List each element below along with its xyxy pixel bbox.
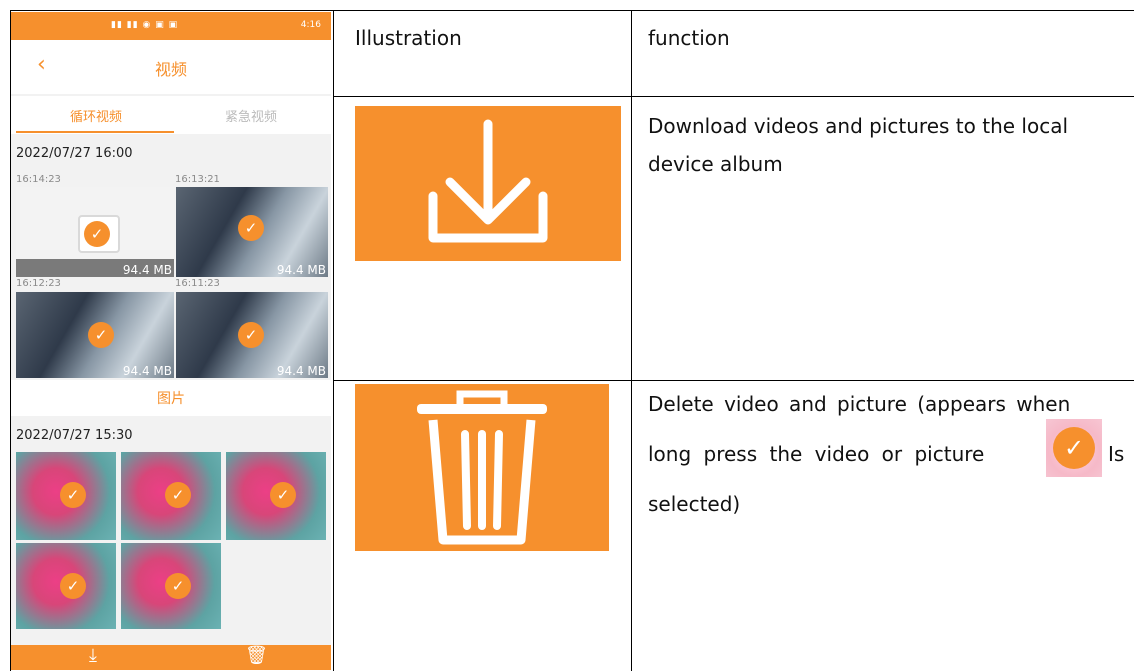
tab-indicator <box>16 131 174 133</box>
download-icon <box>428 119 548 243</box>
picture-thumb[interactable]: ✓ <box>226 452 326 540</box>
video-thumb[interactable]: ✓ 94.4 MB <box>16 292 174 378</box>
download-illustration <box>355 106 621 261</box>
check-icon: ✓ <box>270 482 296 508</box>
col-divider-2 <box>631 10 632 671</box>
trash-icon <box>417 390 547 545</box>
video-thumb[interactable]: ✓ 94.4 MB <box>176 292 328 378</box>
delete-illustration <box>355 384 609 551</box>
download-icon[interactable]: ⤓ <box>89 645 97 666</box>
file-size: 94.4 MB <box>276 364 326 378</box>
selected-check-icon: ✓ <box>1046 419 1102 477</box>
tab-loop-video[interactable]: 循环视频 <box>16 106 176 125</box>
row-divider-2 <box>333 380 1134 381</box>
tab-bar: 循环视频 紧急视频 <box>11 96 331 134</box>
pictures-title: 图片 <box>157 391 185 407</box>
bottom-action-bar: ⤓ 🗑 <box>11 645 331 670</box>
row1-function-line1: Download videos and pictures to the loca… <box>648 114 1069 138</box>
thumb-time: 16:13:21 <box>175 174 220 185</box>
page-title: 视频 <box>154 60 187 79</box>
phone-screenshot: ▮▮ ▮▮ ◉ ▣ ▣ 4:16 ‹ 视频 循环视频 紧急视频 2022/07/… <box>11 12 331 670</box>
status-time: 4:16 <box>300 20 321 30</box>
trash-icon[interactable]: 🗑 <box>245 645 268 666</box>
thumb-time: 16:11:23 <box>175 278 220 289</box>
video-thumb[interactable]: ✓ 94.4 MB <box>16 187 174 277</box>
row-divider-1 <box>333 96 1134 97</box>
col-divider-1 <box>333 10 334 671</box>
pictures-header: 图片 <box>11 380 331 416</box>
row2-function-line3: selected) <box>648 492 741 516</box>
check-icon: ✓ <box>165 573 191 599</box>
check-icon: ✓ <box>60 482 86 508</box>
row2-function-line2a: long press the video or picture <box>648 442 985 466</box>
check-icon: ✓ <box>238 322 264 348</box>
check-icon: ✓ <box>238 215 264 241</box>
thumb-time: 16:14:23 <box>16 174 61 185</box>
table-top-border <box>10 10 1134 11</box>
row1-function-line2: device album <box>648 152 783 176</box>
tab-emergency-video[interactable]: 紧急视频 <box>171 106 331 125</box>
check-icon: ✓ <box>84 221 110 247</box>
check-icon: ✓ <box>60 573 86 599</box>
header-illustration: Illustration <box>355 26 462 50</box>
file-size: 94.4 MB <box>122 364 172 378</box>
picture-thumb[interactable]: ✓ <box>121 452 221 540</box>
file-size: 94.4 MB <box>276 263 326 277</box>
status-bar: ▮▮ ▮▮ ◉ ▣ ▣ 4:16 <box>11 12 331 40</box>
thumb-time: 16:12:23 <box>16 278 61 289</box>
check-icon: ✓ <box>88 322 114 348</box>
row2-function-line1: Delete video and picture (appears when <box>648 392 1071 416</box>
picture-thumb[interactable]: ✓ <box>16 452 116 540</box>
file-size: 94.4 MB <box>122 263 172 277</box>
check-icon: ✓ <box>165 482 191 508</box>
pictures-date: 2022/07/27 15:30 <box>16 428 133 443</box>
signal-icons: ▮▮ ▮▮ ◉ ▣ ▣ <box>111 20 179 30</box>
picture-thumb[interactable]: ✓ <box>121 543 221 629</box>
videos-date: 2022/07/27 16:00 <box>16 146 133 161</box>
header-function: function <box>648 26 730 50</box>
picture-thumb[interactable]: ✓ <box>16 543 116 629</box>
video-thumb[interactable]: ✓ 94.4 MB <box>176 187 328 277</box>
row2-function-line2b: Is <box>1108 442 1125 466</box>
nav-bar: ‹ 视频 <box>11 40 331 94</box>
